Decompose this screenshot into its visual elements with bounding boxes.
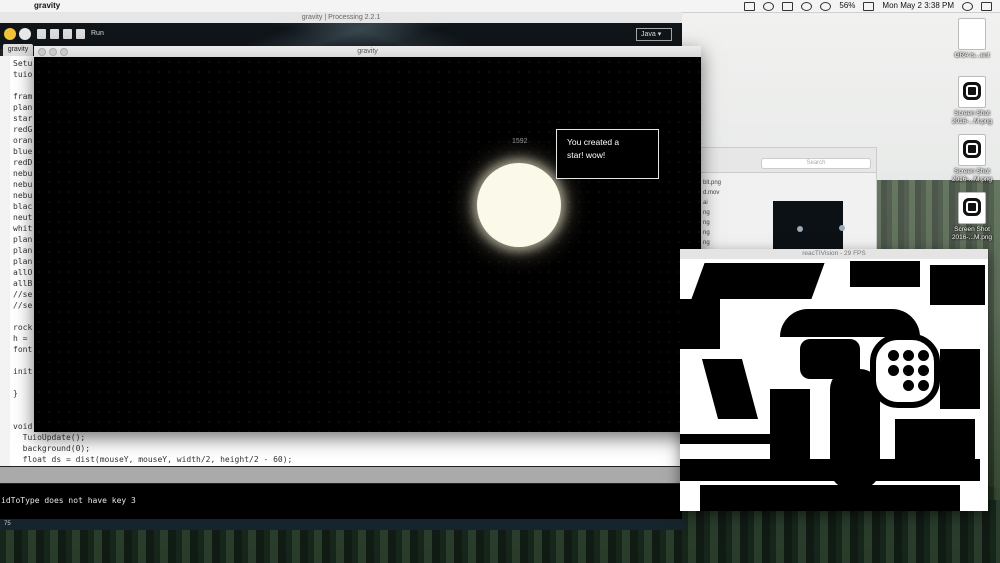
- desktop-icon-label: Screen Shot 2016-...M.png: [951, 110, 993, 125]
- desktop-icon-screenshot[interactable]: Screen Shot 2016-...M.png: [944, 76, 1000, 126]
- app-menu[interactable]: gravity: [34, 0, 60, 12]
- camera-feed: [680, 259, 988, 511]
- star-object: [477, 163, 561, 247]
- desktop-icon-label: GRA Is...ent: [954, 52, 990, 59]
- ide-title-bar: gravity | Processing 2.2.1: [0, 12, 682, 23]
- export-icon[interactable]: [76, 29, 85, 39]
- save-icon[interactable]: [63, 29, 72, 39]
- code-line[interactable]: float ds = dist(mouseY, mouseY, width/2,…: [13, 455, 293, 464]
- code-line[interactable]: allO: [13, 268, 32, 277]
- run-button[interactable]: [4, 28, 16, 40]
- image-file-icon: [958, 192, 986, 224]
- sketch-title-bar: gravity: [34, 46, 701, 57]
- code-line[interactable]: Setu: [13, 59, 32, 68]
- display-icon[interactable]: [782, 1, 794, 11]
- star-tooltip: You created a star! wow!: [556, 129, 659, 179]
- code-line[interactable]: nebu: [13, 180, 32, 189]
- editor-status-bar: [0, 467, 682, 483]
- list-item[interactable]: ai: [703, 198, 721, 208]
- code-line[interactable]: background(0);: [13, 444, 90, 453]
- code-line[interactable]: star: [13, 114, 32, 123]
- document-icon: [958, 18, 986, 50]
- finder-toolbar: Search: [701, 148, 876, 173]
- console[interactable]: idToType does not have key 3: [0, 484, 682, 519]
- code-line[interactable]: nebu: [13, 169, 32, 178]
- code-line[interactable]: redG: [13, 125, 32, 134]
- tooltip-line-2: star! wow!: [567, 150, 606, 160]
- preview-thumbnail: [773, 201, 845, 249]
- time-machine-icon[interactable]: [763, 1, 775, 11]
- list-item[interactable]: bit.png: [703, 178, 721, 188]
- sketch-canvas[interactable]: 1592 You created a star! wow!: [34, 57, 701, 432]
- code-line[interactable]: plan: [13, 103, 32, 112]
- image-file-icon: [958, 76, 986, 108]
- editor-gutter: [0, 56, 10, 466]
- list-item[interactable]: ng: [703, 208, 721, 218]
- desktop-icon-label: Screen Shot 2016-...M.png: [951, 226, 993, 241]
- list-item[interactable]: ng: [703, 238, 721, 248]
- image-file-icon: [958, 134, 986, 166]
- console-message: idToType does not have key 3: [1, 496, 136, 505]
- code-line[interactable]: allB: [13, 279, 32, 288]
- run-label: Run: [91, 30, 104, 37]
- code-line[interactable]: fram: [13, 92, 32, 101]
- code-line[interactable]: neut: [13, 213, 32, 222]
- desktop-icon-label: Screen Shot 2016-...M.png: [951, 168, 993, 183]
- status-area: 56% Mon May 2 3:38 PM: [744, 0, 992, 12]
- code-line[interactable]: rock: [13, 323, 32, 332]
- finder-window[interactable]: Search bit.png d.mov ai ng ng ng ng: [700, 147, 877, 261]
- zoom-icon[interactable]: [60, 48, 68, 56]
- code-line[interactable]: redD: [13, 158, 32, 167]
- stop-button[interactable]: [19, 28, 31, 40]
- code-line[interactable]: blue: [13, 147, 32, 156]
- battery-percent[interactable]: 56%: [839, 0, 855, 12]
- code-line[interactable]: }: [13, 389, 18, 398]
- sketch-title: gravity: [357, 48, 378, 55]
- wifi-icon[interactable]: [820, 1, 832, 11]
- mode-selector[interactable]: Java ▾: [636, 28, 672, 41]
- reactivision-title: reacTIVision - 29 FPS: [680, 249, 988, 259]
- finder-search-field[interactable]: Search: [761, 158, 871, 169]
- fiducial-marker: [870, 334, 940, 408]
- desktop-icon-doc[interactable]: GRA Is...ent: [944, 18, 1000, 60]
- tooltip-line-1: You created a: [567, 137, 620, 147]
- search-icon[interactable]: [962, 1, 973, 11]
- code-line[interactable]: oran: [13, 136, 32, 145]
- clock[interactable]: Mon May 2 3:38 PM: [882, 0, 954, 12]
- code-line[interactable]: plan: [13, 235, 32, 244]
- code-line[interactable]: nebu: [13, 191, 32, 200]
- list-item[interactable]: d.mov: [703, 188, 721, 198]
- close-icon[interactable]: [38, 48, 46, 56]
- finder-file-list: bit.png d.mov ai ng ng ng ng: [701, 178, 721, 248]
- code-line[interactable]: //se: [13, 290, 32, 299]
- dropbox-icon[interactable]: [744, 1, 756, 11]
- tab-gravity[interactable]: gravity: [3, 44, 33, 56]
- code-line[interactable]: TuioUpdate();: [13, 433, 86, 442]
- bluetooth-icon[interactable]: [801, 1, 813, 11]
- code-line[interactable]: font: [13, 345, 32, 354]
- list-item[interactable]: ng: [703, 218, 721, 228]
- desktop-icon-screenshot[interactable]: Screen Shot 2016-...M.png: [944, 134, 1000, 184]
- code-line[interactable]: h =: [13, 334, 27, 343]
- gravity-sketch-window[interactable]: gravity 1592 You created a star! wow!: [34, 46, 701, 432]
- minimize-icon[interactable]: [49, 48, 57, 56]
- code-line[interactable]: //se: [13, 301, 32, 310]
- code-line[interactable]: plan: [13, 246, 32, 255]
- particle-counter: 1592: [512, 138, 528, 145]
- battery-icon[interactable]: [863, 1, 875, 11]
- code-line[interactable]: init: [13, 367, 32, 376]
- line-number: 75: [0, 519, 686, 530]
- new-icon[interactable]: [37, 29, 46, 39]
- reactivision-window[interactable]: reacTIVision - 29 FPS: [680, 249, 988, 511]
- open-icon[interactable]: [50, 29, 59, 39]
- menu-list-icon[interactable]: [981, 1, 992, 11]
- code-line[interactable]: plan: [13, 257, 32, 266]
- code-line[interactable]: blac: [13, 202, 32, 211]
- desktop-icon-screenshot[interactable]: Screen Shot 2016-...M.png: [944, 192, 1000, 242]
- code-line[interactable]: whit: [13, 224, 32, 233]
- code-line[interactable]: tuio: [13, 70, 32, 79]
- list-item[interactable]: ng: [703, 228, 721, 238]
